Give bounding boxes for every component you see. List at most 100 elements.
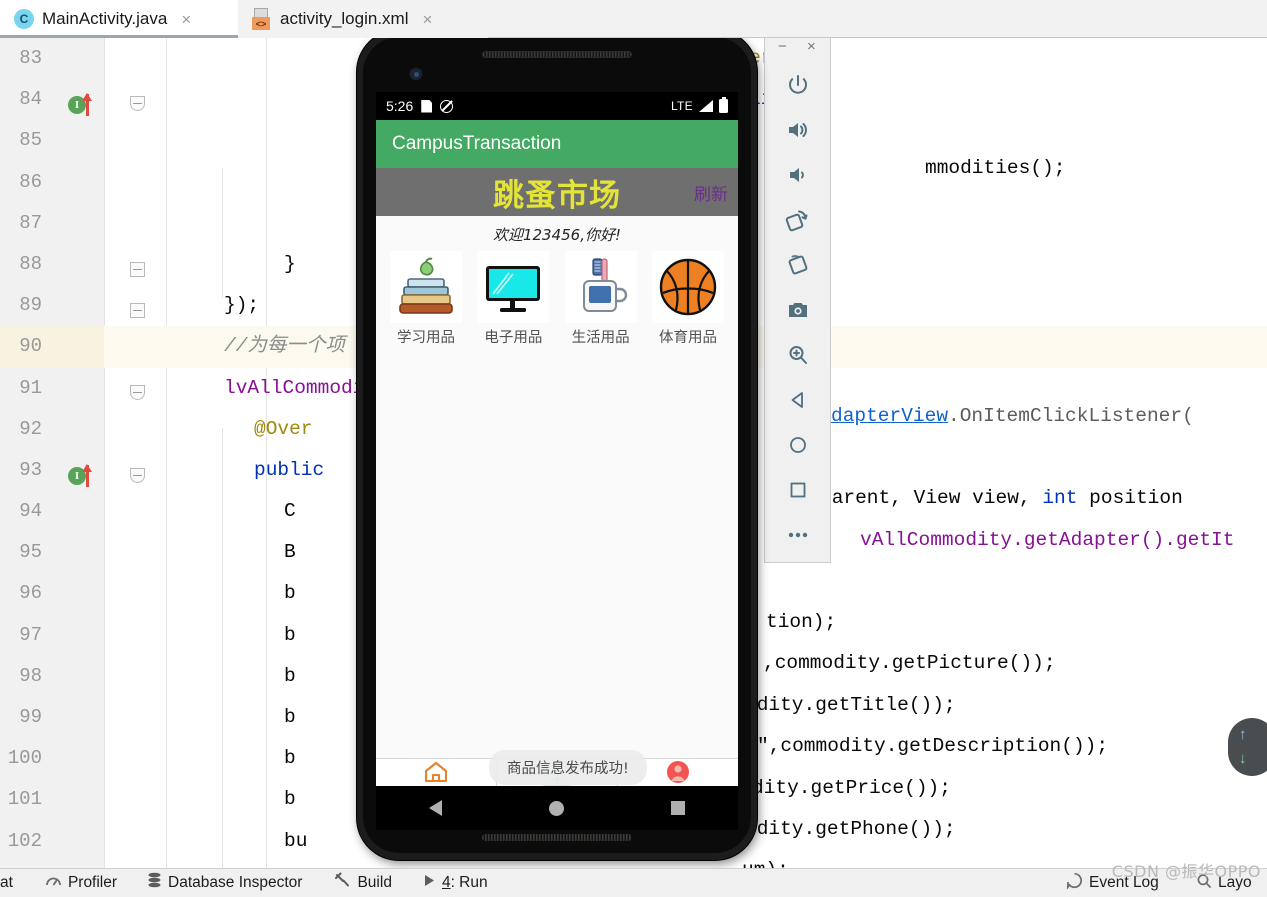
code-text: vAllCommodity.getAdapter().getIt	[860, 529, 1235, 551]
android-status-bar: 5:26 LTE	[376, 92, 738, 120]
code-fragment: odity.getPhone());	[745, 818, 956, 840]
rotate-right-icon[interactable]	[764, 242, 831, 287]
code-text: public	[254, 458, 325, 481]
code-fragment: parent, View view, int position	[820, 484, 1183, 512]
category-grid[interactable]: 学习用品 电子用品 生活用品 体育用品	[376, 251, 738, 347]
status-item-label: Layo	[1218, 874, 1252, 891]
override-arrow-icon[interactable]	[82, 93, 92, 116]
code-fold-handle[interactable]	[130, 468, 145, 483]
home-circle-icon[interactable]	[548, 800, 564, 816]
overview-icon[interactable]	[764, 467, 831, 512]
status-item-profiler[interactable]: Profiler	[45, 873, 117, 894]
line-number: 90	[0, 326, 104, 368]
recents-square-icon[interactable]	[670, 801, 685, 815]
editor-tab-bar[interactable]: C MainActivity.java × <> activity_login.…	[0, 0, 1267, 38]
code-fragment: tion);	[766, 611, 837, 633]
code-text: b	[284, 788, 296, 811]
status-item-label: Build	[357, 874, 392, 891]
more-icon[interactable]	[764, 512, 831, 557]
minimize-icon[interactable]: −	[778, 38, 787, 56]
rotate-left-icon[interactable]	[764, 197, 831, 242]
editor-tab-mainactivity[interactable]: C MainActivity.java ×	[0, 0, 238, 38]
pan-down-icon[interactable]: ↓	[1239, 751, 1247, 766]
line-number: 100	[0, 738, 104, 780]
network-label: LTE	[670, 99, 693, 113]
code-fold-handle[interactable]	[130, 96, 145, 111]
power-icon[interactable]	[764, 62, 831, 107]
android-nav-bar[interactable]	[376, 786, 738, 830]
market-title: 跳蚤市场	[493, 177, 621, 214]
code-text: C	[284, 500, 296, 523]
code-text: position	[1077, 487, 1183, 509]
category-item-daily[interactable]: 生活用品	[561, 251, 641, 347]
emulator-toolbar[interactable]: − ×	[764, 33, 831, 563]
earpiece-speaker	[482, 51, 632, 58]
line-number: 99	[0, 697, 104, 739]
status-item-database-inspector[interactable]: Database Inspector	[147, 872, 302, 894]
monitor-icon	[477, 251, 550, 323]
status-item-event-log[interactable]: Event Log	[1066, 872, 1159, 894]
welcome-text: 欢迎123456,你好!	[492, 226, 622, 244]
volume-up-icon[interactable]	[764, 107, 831, 152]
category-label: 生活用品	[571, 330, 630, 346]
emulator-device[interactable]: 5:26 LTE CampusTransaction 跳蚤市场 刷新 欢迎123…	[357, 30, 757, 860]
refresh-button[interactable]: 刷新	[694, 180, 728, 205]
back-triangle-icon[interactable]	[429, 800, 443, 816]
category-label: 体育用品	[658, 330, 717, 346]
override-arrow-icon[interactable]	[82, 464, 92, 487]
line-number: 98	[0, 655, 104, 697]
emulator-pan-control[interactable]: ↑ ↓	[1228, 718, 1267, 776]
close-icon[interactable]: ×	[807, 38, 816, 56]
line-number: 95	[0, 532, 104, 574]
close-icon[interactable]: ×	[181, 11, 191, 28]
device-screen[interactable]: 5:26 LTE CampusTransaction 跳蚤市场 刷新 欢迎123…	[376, 92, 738, 813]
code-link[interactable]: dapterView	[831, 405, 948, 427]
code-text: view,	[960, 487, 1043, 509]
emulator-window-controls: − ×	[765, 34, 830, 62]
editor-tab-activitylogin[interactable]: <> activity_login.xml ×	[238, 0, 488, 38]
volume-down-icon[interactable]	[764, 152, 831, 197]
close-icon[interactable]: ×	[423, 11, 433, 28]
do-not-disturb-icon	[440, 99, 454, 113]
home-icon[interactable]	[764, 422, 831, 467]
ide-status-bar[interactable]: at Profiler Database Inspector Build 4: …	[0, 868, 1267, 897]
status-item-run[interactable]: 4: Run	[422, 873, 488, 893]
code-text: b	[284, 664, 296, 687]
line-number: 96	[0, 573, 104, 615]
books-apple-icon	[390, 251, 462, 323]
code-text: View	[913, 487, 961, 509]
profiler-icon	[45, 873, 62, 894]
code-fragment: odity.getTitle());	[745, 694, 956, 716]
cup-toothbrush-icon	[564, 251, 637, 323]
code-fold-handle[interactable]	[130, 262, 145, 277]
person-icon	[665, 760, 691, 789]
status-item-layout-inspector[interactable]: Layo	[1196, 873, 1252, 894]
zoom-icon[interactable]	[764, 332, 831, 377]
category-item-study[interactable]: 学习用品	[386, 251, 466, 347]
code-text: bu	[284, 829, 308, 852]
code-fold-handle[interactable]	[130, 303, 145, 318]
code-text: @Over	[254, 417, 313, 440]
code-text: B	[284, 541, 296, 564]
category-label: 学习用品	[397, 330, 455, 346]
line-number: 101	[0, 779, 104, 821]
code-fragment: dity.getPrice());	[752, 777, 951, 799]
category-item-electronics[interactable]: 电子用品	[473, 251, 553, 347]
code-fold-handle[interactable]	[130, 385, 145, 400]
battery-icon	[719, 96, 728, 113]
status-item-label: at	[0, 874, 13, 891]
market-header: 跳蚤市场 刷新	[376, 168, 738, 216]
pan-up-icon[interactable]: ↑	[1239, 727, 1247, 742]
screenshot-camera-icon[interactable]	[764, 287, 831, 332]
sim-card-icon	[421, 99, 433, 113]
line-number: 92	[0, 408, 104, 450]
line-number: 86	[0, 161, 104, 203]
category-label: 电子用品	[484, 330, 543, 346]
code-fragment: ,commodity.getPicture());	[763, 652, 1056, 674]
category-item-sports[interactable]: 体育用品	[648, 251, 728, 347]
code-text: //为每一个项	[224, 335, 345, 358]
status-item-logcat[interactable]: at	[0, 874, 13, 892]
status-item-build[interactable]: Build	[334, 872, 392, 894]
line-number: 83	[0, 38, 104, 80]
back-icon[interactable]	[764, 377, 831, 422]
